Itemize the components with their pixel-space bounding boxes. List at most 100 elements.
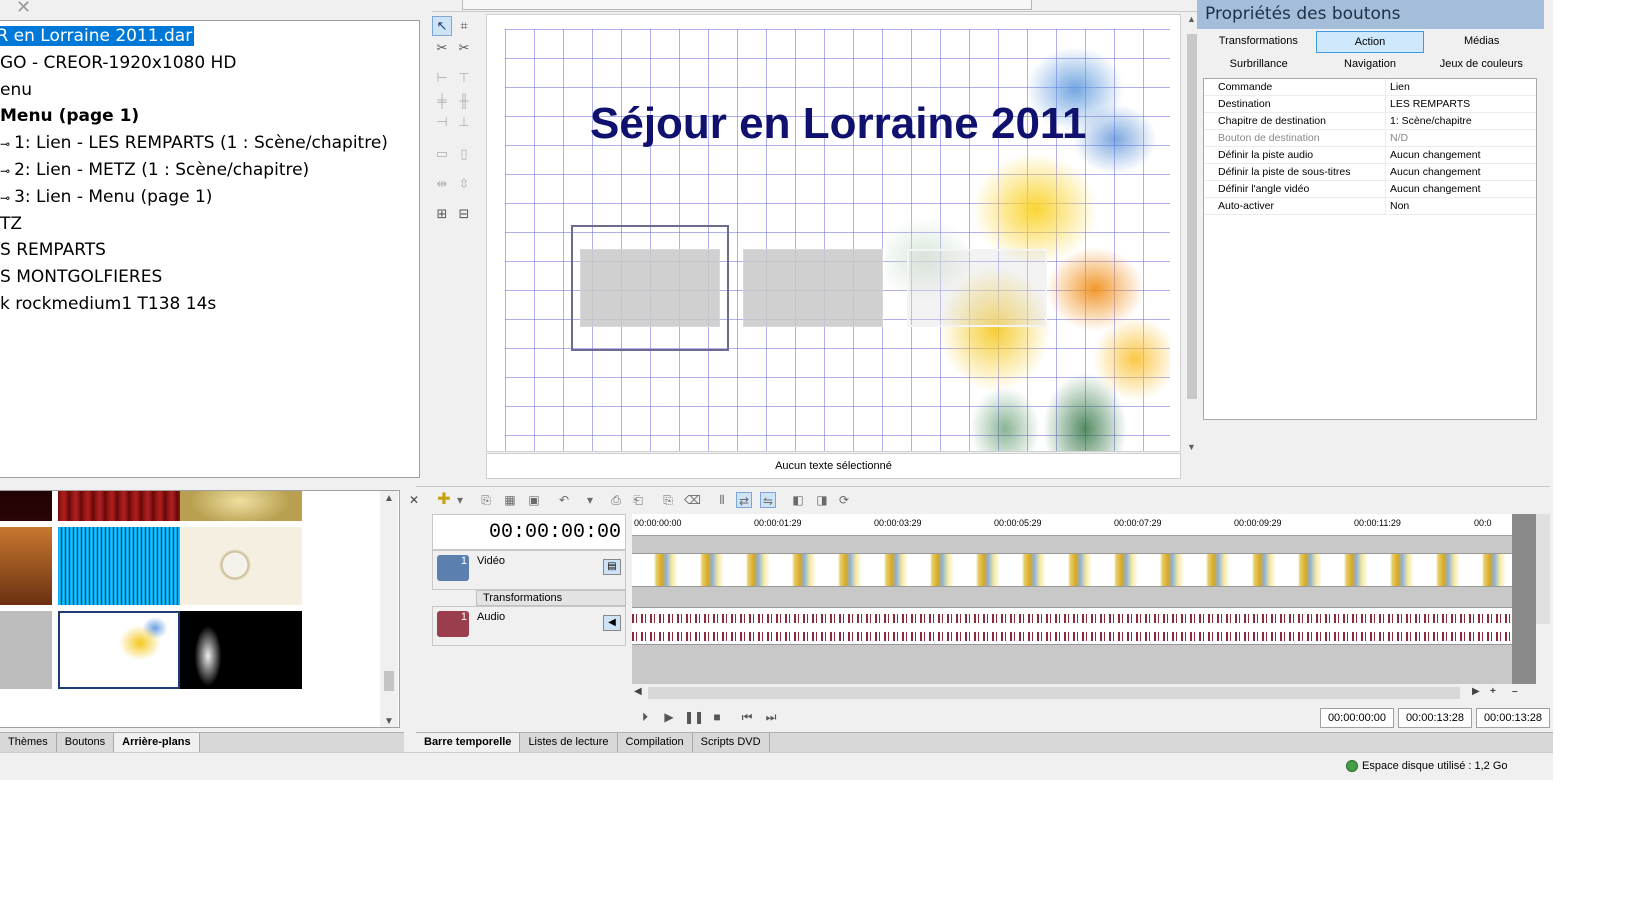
- property-row[interactable]: Auto-activer Non: [1204, 198, 1536, 215]
- props-tab[interactable]: Navigation: [1316, 54, 1423, 76]
- video-clip[interactable]: [632, 553, 1512, 587]
- props-tab[interactable]: Jeux de couleurs: [1428, 54, 1535, 76]
- marker-right-icon[interactable]: ◨: [814, 492, 830, 508]
- property-row[interactable]: Définir la piste audio Aucun changement: [1204, 147, 1536, 164]
- selection-start-time[interactable]: 00:00:00:00: [1320, 708, 1394, 728]
- selection-length-time[interactable]: 00:00:13:28: [1476, 708, 1550, 728]
- menu-canvas[interactable]: Séjour en Lorraine 2011: [486, 14, 1181, 452]
- bottom-tab[interactable]: Arrière-plans: [114, 733, 200, 752]
- grid-select-tool-icon[interactable]: ⌗: [454, 16, 474, 36]
- thumbnail-sunset-silhouette[interactable]: [0, 527, 52, 605]
- tree-item[interactable]: UR en Lorraine 2011.dar: [0, 23, 195, 49]
- editor-tab[interactable]: [462, 0, 1032, 10]
- scroll-down-icon[interactable]: ▼: [384, 716, 394, 727]
- current-timecode[interactable]: 00:00:00:00: [489, 521, 621, 544]
- next-marker-icon[interactable]: ⏭: [762, 709, 780, 725]
- pause-icon[interactable]: ❚❚: [684, 709, 704, 725]
- menu-title-text[interactable]: Séjour en Lorraine 2011: [590, 99, 1086, 149]
- props-tab[interactable]: Action: [1315, 31, 1425, 53]
- tree-item[interactable]: k rockmedium1 T138 14s: [0, 291, 216, 317]
- play-icon[interactable]: ▶: [660, 709, 678, 725]
- thumbnail-champagne-glass-silhouette[interactable]: [180, 611, 302, 689]
- pointer-tool-icon[interactable]: ↖: [432, 16, 452, 36]
- copy-icon[interactable]: ⎗: [630, 492, 646, 508]
- tree-item[interactable]: ⊸ 2: Lien - METZ (1 : Scène/chapitre): [0, 157, 309, 183]
- ripple-edit-icon[interactable]: ⇄: [736, 492, 752, 508]
- tree-item[interactable]: S MONTGOLFIERES: [0, 264, 162, 290]
- thumbnail-wedding-rings[interactable]: [180, 527, 302, 605]
- tree-item[interactable]: enu: [0, 77, 32, 103]
- thumbnail-red-light-streaks[interactable]: [0, 491, 52, 521]
- thumbnail-yellow-flowers-bouquet[interactable]: [58, 611, 180, 689]
- filmstrip-toggle-icon[interactable]: ▤: [603, 559, 621, 575]
- scroll-left-icon[interactable]: ◀: [634, 686, 642, 697]
- property-value[interactable]: Aucun changement: [1386, 147, 1480, 163]
- delete-icon[interactable]: ⌫: [684, 492, 701, 508]
- ungroup-icon[interactable]: ▣: [526, 492, 542, 508]
- center-v-icon[interactable]: ⊟: [454, 204, 474, 224]
- property-value[interactable]: Non: [1386, 198, 1409, 214]
- cut-icon[interactable]: ⎙: [608, 492, 624, 508]
- close-icon[interactable]: ✕: [406, 492, 422, 508]
- selection-frame[interactable]: [571, 225, 729, 351]
- zoom-out-icon[interactable]: –: [1512, 686, 1518, 697]
- timeline-vertical-scrollbar[interactable]: [1512, 514, 1550, 684]
- bottom-tab[interactable]: Compilation: [618, 733, 693, 752]
- align-center-v-icon[interactable]: ╫: [454, 90, 474, 110]
- scroll-up-icon[interactable]: ▲: [1187, 14, 1196, 24]
- props-tab[interactable]: Surbrillance: [1205, 54, 1312, 76]
- bottom-tab[interactable]: Boutons: [57, 733, 115, 752]
- props-tab[interactable]: Transformations: [1205, 31, 1312, 53]
- menu-button-2[interactable]: [743, 249, 883, 327]
- previous-marker-icon[interactable]: ⏮: [738, 709, 756, 725]
- paste-icon[interactable]: ⎘: [660, 492, 676, 508]
- align-left-icon[interactable]: ⊢: [432, 68, 452, 88]
- scroll-thumb[interactable]: [384, 671, 394, 691]
- timeline-horizontal-scrollbar[interactable]: ◀ ▶ + –: [632, 686, 1552, 700]
- bottom-tab[interactable]: Listes de lecture: [520, 733, 618, 752]
- scroll-thumb[interactable]: [648, 687, 1460, 699]
- bottom-tab[interactable]: Thèmes: [0, 733, 57, 752]
- chevron-down-icon[interactable]: ▾: [452, 492, 468, 508]
- property-value[interactable]: LES REMPARTS: [1386, 96, 1470, 112]
- group-icon[interactable]: ▦: [502, 492, 518, 508]
- align-bottom-icon[interactable]: ⊥: [454, 112, 474, 132]
- gallery-scrollbar[interactable]: ▲ ▼: [380, 491, 398, 727]
- selection-end-time[interactable]: 00:00:13:28: [1398, 708, 1472, 728]
- tree-item[interactable]: ⊸ 1: Lien - LES REMPARTS (1 : Scène/chapi…: [0, 130, 388, 156]
- align-center-h-icon[interactable]: ╪: [432, 90, 452, 110]
- property-row[interactable]: Définir la piste de sous-titres Aucun cha…: [1204, 164, 1536, 181]
- property-row[interactable]: Définir l'angle vidéo Aucun changement: [1204, 181, 1536, 198]
- snap-icon[interactable]: ⇋: [760, 492, 776, 508]
- split-icon[interactable]: ⫴: [714, 492, 730, 508]
- scroll-thumb[interactable]: [1536, 514, 1550, 624]
- property-value[interactable]: Lien: [1386, 79, 1410, 95]
- time-ruler[interactable]: 00:00:00:00 00:00:01:29 00:00:03:29 00:00:0…: [632, 514, 1512, 536]
- scroll-thumb[interactable]: [1187, 34, 1197, 399]
- thumbnail-silver-texture[interactable]: [0, 611, 52, 689]
- property-row[interactable]: Destination LES REMPARTS: [1204, 96, 1536, 113]
- refresh-icon[interactable]: ⟳: [836, 492, 852, 508]
- property-value[interactable]: 1: Scène/chapitre: [1386, 113, 1472, 129]
- distribute-v-icon[interactable]: ⇳: [454, 174, 474, 194]
- zoom-in-icon[interactable]: +: [1490, 686, 1496, 697]
- same-height-icon[interactable]: ▯: [454, 144, 474, 164]
- property-value[interactable]: Aucun changement: [1386, 164, 1480, 180]
- property-row[interactable]: Chapitre de destination 1: Scène/chapitre: [1204, 113, 1536, 130]
- scroll-right-icon[interactable]: ▶: [1472, 686, 1480, 697]
- bottom-tab[interactable]: Scripts DVD: [693, 733, 770, 752]
- tree-item[interactable]: GO - CREOR-1920x1080 HD: [0, 50, 236, 76]
- props-tab[interactable]: Médias: [1428, 31, 1535, 53]
- property-row[interactable]: Commande Lien: [1204, 79, 1536, 96]
- timeline-tracks[interactable]: 00:00:00:00 00:00:01:29 00:00:03:29 00:00:0…: [632, 514, 1512, 684]
- scroll-up-icon[interactable]: ▲: [384, 493, 394, 504]
- cut-tool-icon[interactable]: ✂: [454, 38, 474, 58]
- center-h-icon[interactable]: ⊞: [432, 204, 452, 224]
- thumbnail-golden-wedding-blur[interactable]: [180, 491, 302, 521]
- bottom-tab[interactable]: Barre temporelle: [416, 733, 521, 752]
- property-value[interactable]: N/D: [1386, 130, 1408, 146]
- close-icon[interactable]: ✕: [16, 0, 31, 18]
- tree-item[interactable]: Menu (page 1): [0, 103, 139, 129]
- tree-item[interactable]: TZ: [0, 211, 22, 237]
- tree-item[interactable]: S REMPARTS: [0, 237, 106, 263]
